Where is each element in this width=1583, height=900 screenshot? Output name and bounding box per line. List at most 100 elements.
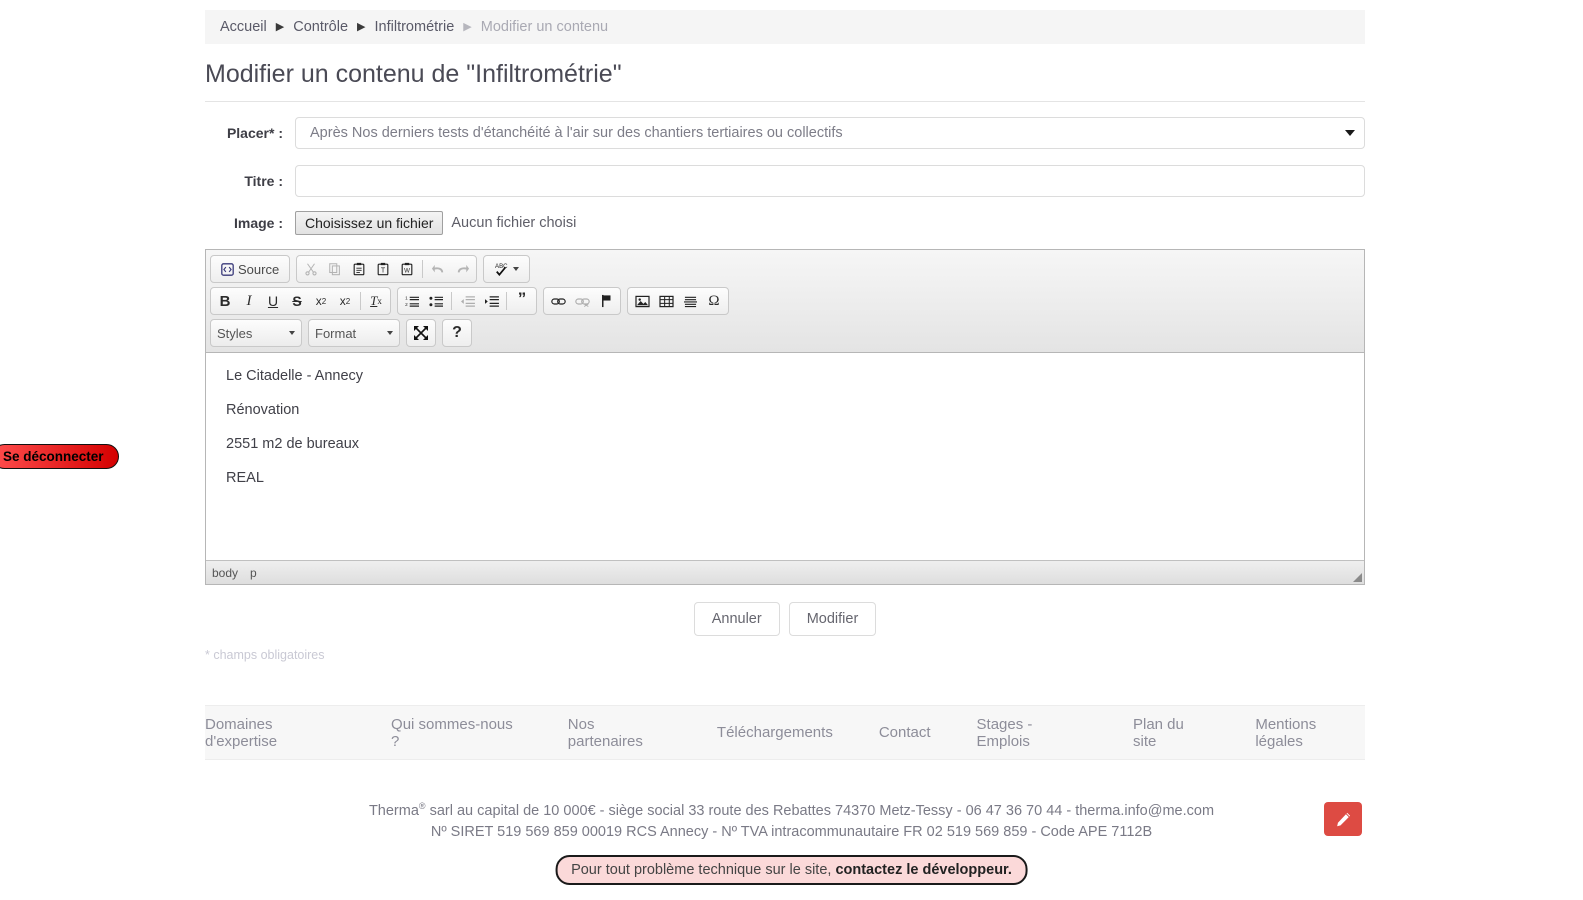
indent-button[interactable] bbox=[479, 289, 503, 313]
chevron-down-icon bbox=[289, 331, 295, 335]
italic-button[interactable]: I bbox=[237, 289, 261, 313]
breadcrumb-item-infiltrometrie[interactable]: Infiltrométrie bbox=[375, 19, 455, 35]
table-button[interactable] bbox=[654, 289, 678, 313]
breadcrumb-item-controle[interactable]: Contrôle bbox=[293, 19, 348, 35]
footer-link-partenaires[interactable]: Nos partenaires bbox=[568, 716, 671, 750]
elements-path-body[interactable]: body bbox=[212, 566, 238, 580]
company-name: Therma bbox=[368, 802, 419, 819]
maximize-icon bbox=[414, 326, 428, 340]
page-title: Modifier un contenu de "Infiltrométrie" bbox=[205, 60, 1365, 102]
subscript-button[interactable]: x2 bbox=[309, 289, 333, 313]
breadcrumb-item-accueil[interactable]: Accueil bbox=[220, 19, 267, 35]
edit-pencil-icon bbox=[1336, 812, 1350, 826]
label-titre: Titre : bbox=[244, 173, 283, 189]
required-asterisk: * bbox=[268, 125, 275, 141]
styles-dropdown[interactable]: Styles bbox=[210, 319, 302, 347]
breadcrumb: Accueil ▶ Contrôle ▶ Infiltrométrie ▶ Mo… bbox=[205, 10, 1365, 44]
toolbar-group-paragraph: 1 2 ” bbox=[397, 287, 537, 315]
special-character-button[interactable]: Ω bbox=[702, 289, 726, 313]
editor-toolbar: Source T W ABC B I U S x 2 x 2 T x 1 2 ”… bbox=[206, 250, 1364, 353]
underline-button[interactable]: U bbox=[261, 289, 285, 313]
breadcrumb-separator-icon: ▶ bbox=[463, 20, 472, 33]
titre-input[interactable] bbox=[295, 165, 1365, 197]
toolbar-divider bbox=[360, 292, 361, 310]
elements-path-p[interactable]: p bbox=[250, 566, 257, 580]
svg-text:T: T bbox=[381, 268, 386, 275]
toolbar-group-clipboard: T W bbox=[296, 255, 478, 283]
superscript-button[interactable]: x2 bbox=[333, 289, 357, 313]
footer-link-stages-emplois[interactable]: Stages - Emplois bbox=[977, 716, 1087, 750]
copy-button[interactable] bbox=[323, 257, 347, 281]
label-placer-text: Placer bbox=[226, 125, 269, 141]
bulleted-list-button[interactable] bbox=[424, 289, 448, 313]
submit-button[interactable]: Modifier bbox=[788, 602, 877, 636]
editor-paragraph: 2551 m2 de bureaux bbox=[226, 435, 360, 452]
horizontal-rule-button[interactable] bbox=[678, 289, 702, 313]
placer-select[interactable]: Après Nos derniers tests d'étanchéité à … bbox=[295, 117, 1365, 149]
cut-button[interactable] bbox=[299, 257, 323, 281]
source-button[interactable]: Source bbox=[213, 257, 287, 281]
chevron-down-icon bbox=[387, 331, 393, 335]
paste-from-word-button[interactable]: W bbox=[395, 257, 419, 281]
blockquote-button[interactable]: ” bbox=[510, 289, 534, 313]
maximize-button[interactable] bbox=[409, 321, 433, 345]
toolbar-group-about: ? bbox=[442, 319, 472, 347]
footer-link-domaines[interactable]: Domaines d'expertise bbox=[205, 716, 345, 750]
dev-notice-link[interactable]: contactez le développeur. bbox=[835, 862, 1011, 878]
toolbar-group-spellcheck: ABC bbox=[483, 255, 531, 283]
link-button[interactable] bbox=[546, 289, 570, 313]
editor-resize-handle[interactable] bbox=[1353, 573, 1362, 582]
outdent-icon bbox=[460, 295, 475, 307]
paste-as-plain-text-button[interactable]: T bbox=[371, 257, 395, 281]
editor-paragraph: Rénovation bbox=[226, 401, 300, 418]
chevron-down-icon bbox=[513, 267, 520, 271]
label-placer: Placer* : bbox=[205, 125, 295, 141]
choose-file-button[interactable]: Choisissez un fichier bbox=[295, 211, 444, 235]
svg-text:ABC: ABC bbox=[495, 263, 508, 270]
toolbar-group-tools bbox=[406, 319, 436, 347]
clipboard-text-icon: T bbox=[377, 262, 389, 276]
footer-navigation: Domaines d'expertise Qui sommes-nous ? N… bbox=[205, 705, 1365, 760]
indent-icon bbox=[484, 295, 499, 307]
cancel-button[interactable]: Annuler bbox=[693, 602, 780, 636]
source-button-label: Source bbox=[238, 261, 280, 277]
format-dropdown[interactable]: Format bbox=[308, 319, 400, 347]
form-actions: Annuler Modifier bbox=[205, 602, 1365, 636]
image-icon bbox=[634, 295, 650, 307]
toolbar-divider bbox=[422, 260, 424, 278]
edit-fab-button[interactable] bbox=[1324, 802, 1362, 836]
logout-button[interactable]: Se déconnecter bbox=[0, 444, 119, 469]
remove-format-button[interactable]: Tx bbox=[364, 289, 388, 313]
editor-paragraph: REAL bbox=[226, 469, 264, 486]
svg-text:2: 2 bbox=[405, 302, 408, 307]
editor-paragraph: Le Citadelle - Annecy bbox=[226, 368, 364, 384]
rich-text-editor: Source T W ABC B I U S x 2 x 2 T x 1 2 ”… bbox=[205, 249, 1365, 585]
footer-link-contact[interactable]: Contact bbox=[879, 724, 931, 741]
image-button[interactable] bbox=[630, 289, 654, 313]
footer-link-telechargements[interactable]: Téléchargements bbox=[717, 724, 833, 741]
redo-button[interactable] bbox=[450, 257, 474, 281]
svg-text:W: W bbox=[404, 268, 410, 275]
footer-link-plan-du-site[interactable]: Plan du site bbox=[1133, 716, 1209, 750]
breadcrumb-separator-icon: ▶ bbox=[275, 20, 285, 33]
bold-button[interactable]: B bbox=[213, 289, 237, 313]
toolbar-group-document: Source bbox=[210, 255, 291, 283]
undo-button[interactable] bbox=[426, 257, 450, 281]
numbered-list-button[interactable]: 1 2 bbox=[400, 289, 424, 313]
footer-link-mentions-legales[interactable]: Mentions légales bbox=[1255, 716, 1365, 750]
scissors-icon bbox=[305, 263, 317, 276]
form-row-placer: Placer* : Après Nos derniers tests d'éta… bbox=[205, 117, 1365, 149]
unlink-button[interactable] bbox=[570, 289, 594, 313]
editor-content-area[interactable]: Le Citadelle - Annecy Rénovation 2551 m2… bbox=[206, 353, 1364, 560]
registered-mark: ® bbox=[418, 801, 426, 811]
spell-check-icon: ABC bbox=[495, 263, 508, 276]
chevron-down-icon bbox=[1345, 130, 1355, 136]
paste-button[interactable] bbox=[347, 257, 371, 281]
outdent-button[interactable] bbox=[455, 289, 479, 313]
help-button[interactable]: ? bbox=[445, 321, 469, 345]
footer-link-qui-sommes-nous[interactable]: Qui sommes-nous ? bbox=[391, 716, 522, 750]
anchor-button[interactable] bbox=[594, 289, 618, 313]
strikethrough-button[interactable]: S bbox=[285, 289, 309, 313]
spell-check-button[interactable]: ABC bbox=[486, 257, 527, 281]
dev-notice-text: Pour tout problème technique sur le site… bbox=[571, 862, 836, 878]
